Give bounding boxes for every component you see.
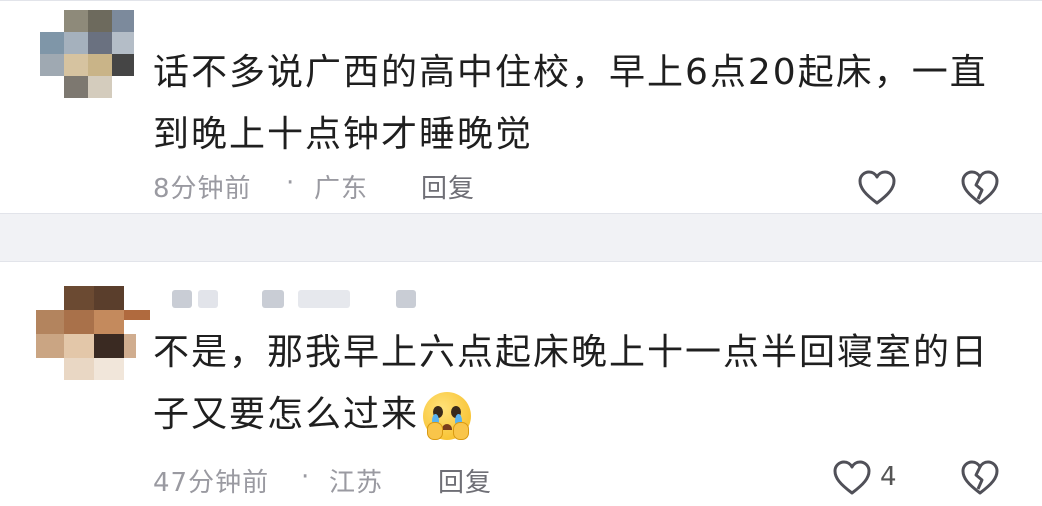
pleading-face-emoji [423,392,472,440]
comment-text-content: 不是，那我早上六点起床晚上十一点半回寝室的日子又要怎么过来 [153,332,990,435]
meta-separator: · [286,168,296,198]
avatar[interactable] [36,286,151,381]
like-count: 4 [880,462,897,492]
reply-button[interactable]: 回复 [438,462,492,499]
comment-card: 不是，那我早上六点起床晚上十一点半回寝室的日子又要怎么过来 47分钟前 · 江苏… [0,262,1042,506]
comment-time: 47分钟前 [153,468,270,498]
username-blur [172,290,192,308]
comment-text: 话不多说广西的高中住校，早上6点20起床，一直到晚上十点钟才睡晚觉 [153,52,988,155]
heart-outline-icon[interactable] [857,168,897,208]
comment-card: 话不多说广西的高中住校，早上6点20起床，一直到晚上十点钟才睡晚觉 8分钟前 ·… [0,0,1042,213]
divider [0,0,1042,1]
username-blur [198,290,218,308]
username-blur [396,290,416,308]
divider [0,213,1042,214]
meta-separator: · [301,462,311,492]
comment-text: 不是，那我早上六点起床晚上十一点半回寝室的日子又要怎么过来 [153,322,1013,446]
username-blur [298,290,350,308]
avatar[interactable] [40,10,135,98]
heart-outline-icon[interactable] [832,458,872,498]
comment-time: 8分钟前 [153,174,252,204]
broken-heart-icon[interactable] [960,168,1000,208]
comment-location: 广东 [314,174,369,204]
comment-location: 江苏 [329,468,384,498]
username-blur [262,290,284,308]
broken-heart-icon[interactable] [960,458,1000,498]
reply-button[interactable]: 回复 [421,168,475,205]
comment-separator [0,213,1042,262]
